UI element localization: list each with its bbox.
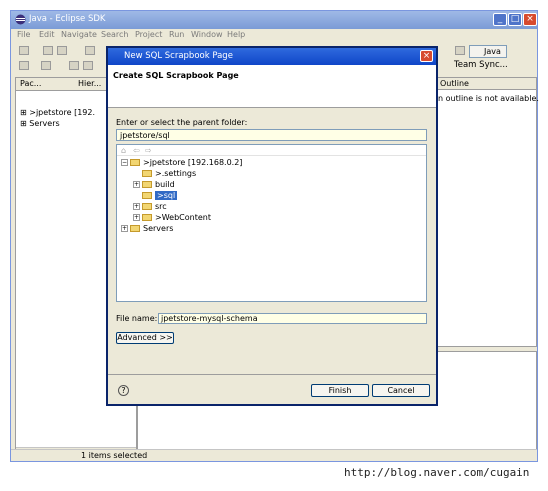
- file-name-input[interactable]: jpetstore-mysql-schema: [158, 313, 427, 324]
- run-icon[interactable]: [85, 46, 95, 55]
- folder-icon: [142, 214, 152, 221]
- expander-icon[interactable]: +: [133, 214, 140, 221]
- folder-tree: ⌂ ⇦ ⇨ − >jpetstore [192.168.0.2] >.setting…: [116, 144, 427, 302]
- expander-icon[interactable]: +: [121, 225, 128, 232]
- back-icon[interactable]: [69, 61, 79, 70]
- tree-node-label: src: [155, 202, 167, 211]
- tree-node-label: build: [155, 180, 175, 189]
- menu-project[interactable]: Project: [135, 30, 162, 39]
- watermark-url: http://blog.naver.com/cugain: [344, 466, 530, 479]
- team-sync-perspective[interactable]: Team Sync...: [454, 60, 508, 70]
- open-type-icon[interactable]: [19, 61, 29, 70]
- menu-window[interactable]: Window: [191, 30, 223, 39]
- finish-button[interactable]: Finish: [311, 384, 369, 397]
- tab-hierarchy[interactable]: Hier...: [78, 79, 101, 88]
- tab-package-explorer[interactable]: Pac...: [20, 79, 41, 88]
- folder-icon: [142, 170, 152, 177]
- expander-icon[interactable]: +: [133, 203, 140, 210]
- dialog-title: New SQL Scrapbook Page: [124, 51, 233, 61]
- tree-node[interactable]: >sql: [133, 191, 178, 202]
- expander-icon[interactable]: −: [121, 159, 128, 166]
- new-icon[interactable]: [19, 46, 29, 55]
- java-perspective-button[interactable]: Java: [469, 45, 507, 58]
- window-title: Java - Eclipse SDK: [29, 14, 106, 24]
- tree-node[interactable]: − >jpetstore [192.168.0.2]: [121, 158, 242, 169]
- dialog-titlebar: New SQL Scrapbook Page ×: [108, 48, 436, 65]
- outline-view: Outline n outline is not available.: [435, 77, 539, 347]
- dialog-banner: Create SQL Scrapbook Page: [108, 65, 436, 108]
- tree-item-jpetstore[interactable]: ⊞ >jpetstore [192.: [20, 108, 95, 117]
- new-sql-scrapbook-dialog: New SQL Scrapbook Page × Create SQL Scra…: [106, 46, 438, 406]
- status-text: 1 items selected: [81, 451, 148, 460]
- tree-node-label: Servers: [143, 224, 174, 233]
- save-icon[interactable]: [43, 46, 53, 55]
- tree-node[interactable]: + build: [133, 180, 175, 191]
- tab-outline[interactable]: Outline: [440, 79, 469, 88]
- menu-search[interactable]: Search: [101, 30, 128, 39]
- folder-icon: [130, 159, 140, 166]
- menu-edit[interactable]: Edit: [39, 30, 55, 39]
- file-name-label: File name:: [116, 314, 158, 323]
- expander-icon[interactable]: +: [133, 181, 140, 188]
- maximize-button[interactable]: □: [508, 13, 522, 26]
- folder-icon: [130, 225, 140, 232]
- folder-icon: [142, 181, 152, 188]
- menu-bar: File Edit Navigate Search Project Run Wi…: [11, 29, 537, 42]
- open-perspective-icon[interactable]: [455, 46, 465, 55]
- dialog-close-button[interactable]: ×: [420, 50, 433, 62]
- dialog-heading: Create SQL Scrapbook Page: [113, 71, 239, 80]
- print-icon[interactable]: [57, 46, 67, 55]
- forward-icon[interactable]: [83, 61, 93, 70]
- eclipse-icon: [15, 14, 26, 25]
- folder-icon: [142, 192, 152, 199]
- menu-help[interactable]: Help: [227, 30, 245, 39]
- parent-folder-label: Enter or select the parent folder:: [116, 118, 248, 127]
- advanced-button[interactable]: Advanced >>: [116, 332, 174, 344]
- search-icon[interactable]: [41, 61, 51, 70]
- tree-node-label: >jpetstore [192.168.0.2]: [143, 158, 243, 167]
- tree-item-servers[interactable]: ⊞ Servers: [20, 119, 60, 128]
- cancel-button[interactable]: Cancel: [372, 384, 430, 397]
- outline-tab-bar: Outline: [436, 78, 536, 90]
- home-icon[interactable]: ⌂: [121, 146, 126, 155]
- close-button[interactable]: ×: [523, 13, 537, 26]
- tree-node-label: >.settings: [155, 169, 197, 178]
- outline-message: n outline is not available.: [438, 94, 539, 103]
- parent-folder-input[interactable]: jpetstore/sql: [116, 129, 427, 141]
- tree-node[interactable]: >.settings: [133, 169, 196, 180]
- back-icon[interactable]: ⇦: [133, 146, 140, 155]
- window-titlebar: Java - Eclipse SDK _ □ ×: [11, 11, 537, 29]
- tree-node[interactable]: + src: [133, 202, 167, 213]
- menu-run[interactable]: Run: [169, 30, 184, 39]
- tree-node[interactable]: + Servers: [121, 224, 173, 235]
- minimize-button[interactable]: _: [493, 13, 507, 26]
- tree-toolbar: ⌂ ⇦ ⇨: [117, 145, 426, 156]
- forward-icon[interactable]: ⇨: [145, 146, 152, 155]
- tree-node[interactable]: + >WebContent: [133, 213, 211, 224]
- tree-node-label: >WebContent: [155, 213, 211, 222]
- menu-navigate[interactable]: Navigate: [61, 30, 97, 39]
- help-icon[interactable]: ?: [118, 385, 129, 396]
- tree-node-label: >sql: [155, 191, 178, 200]
- dialog-separator: [108, 374, 436, 375]
- menu-file[interactable]: File: [17, 30, 30, 39]
- folder-icon: [142, 203, 152, 210]
- status-bar: 1 items selected: [11, 449, 537, 461]
